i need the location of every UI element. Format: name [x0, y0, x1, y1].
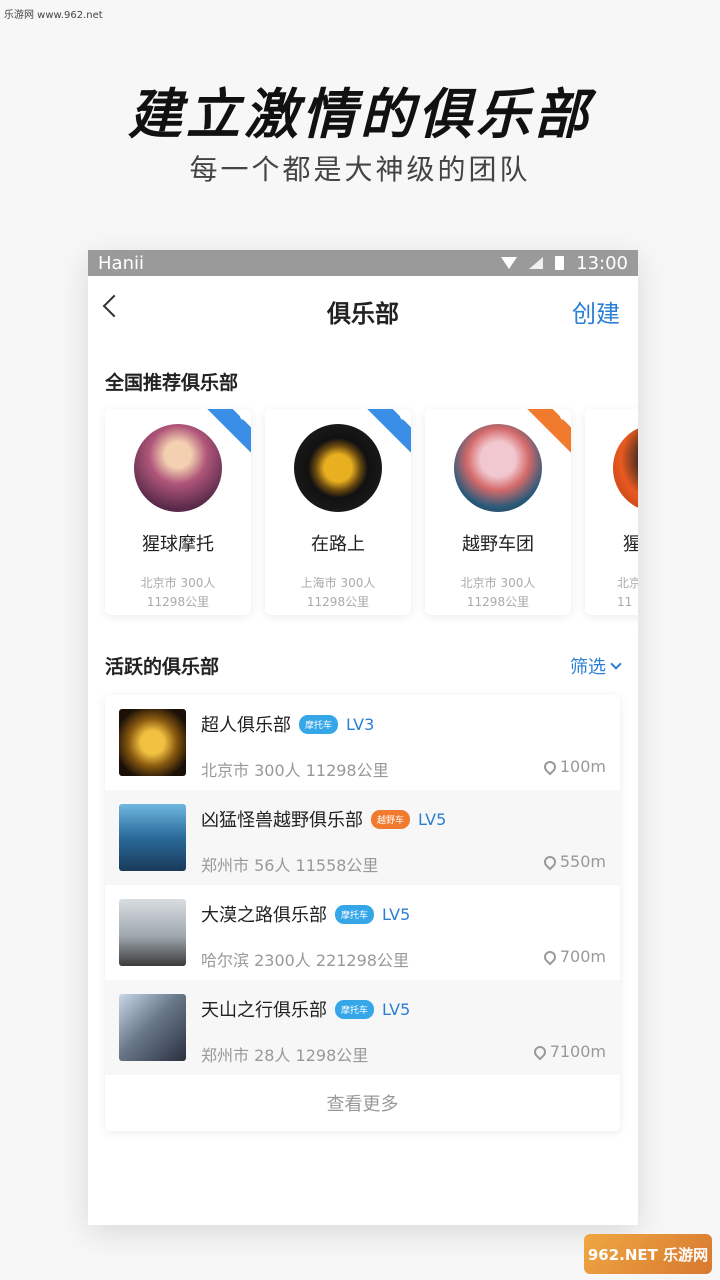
recommended-card[interactable]: ⚙ 猩球摩托 北京市 300人 11298公里: [105, 409, 251, 615]
club-location-members: 北京市 300人: [140, 576, 216, 590]
chevron-down-icon: [610, 657, 622, 670]
club-name: 在路上: [311, 534, 365, 555]
recommended-carousel[interactable]: ⚙ 猩球摩托 北京市 300人 11298公里 ⚙ 在路上 上海市 300人 1…: [88, 409, 638, 624]
club-avatar: [294, 424, 382, 512]
club-thumbnail: [119, 709, 186, 776]
club-avatar: [613, 424, 638, 512]
motorcycle-icon: ⚙: [239, 412, 248, 423]
club-name: 猩: [623, 534, 638, 555]
recommended-card[interactable]: ⚙ 在路上 上海市 300人 11298公里: [265, 409, 411, 615]
phone-screen: Hanii 13:00 俱乐部 创建 全国推荐俱乐部 ⚙ 猩球摩托 北京市 30…: [88, 250, 638, 1225]
list-item[interactable]: 凶猛怪兽越野俱乐部 越野车 LV5 郑州市 56人 11558公里 550m: [105, 790, 620, 885]
club-thumbnail: [119, 804, 186, 871]
club-distance: 11298公里: [306, 595, 370, 609]
location-pin-icon: [541, 853, 559, 870]
club-distance: 7100m: [549, 1042, 606, 1061]
watermark-bottom: 962.NET 乐游网: [584, 1234, 712, 1274]
recommended-card[interactable]: 猩 北京 11: [585, 409, 638, 615]
back-arrow-icon[interactable]: [102, 294, 126, 318]
club-name: 猩球摩托: [142, 534, 214, 555]
location-pin-icon: [531, 1043, 549, 1060]
level-label: LV3: [346, 714, 375, 734]
status-time: 13:00: [576, 252, 628, 274]
location-pin-icon: [541, 948, 559, 965]
club-distance: 100m: [559, 757, 606, 776]
watermark-top: 乐游网 www.962.net: [4, 10, 103, 21]
status-bar: Hanii 13:00: [88, 250, 638, 276]
club-location-members: 北京: [617, 576, 638, 590]
level-label: LV5: [418, 809, 447, 829]
filter-button[interactable]: 筛选: [570, 653, 622, 679]
club-thumbnail: [119, 899, 186, 966]
battery-icon: [555, 256, 565, 270]
list-item[interactable]: 大漠之路俱乐部 摩托车 LV5 哈尔滨 2300人 221298公里 700m: [105, 885, 620, 980]
list-item[interactable]: 超人俱乐部 摩托车 LV3 北京市 300人 11298公里 100m: [105, 695, 620, 790]
club-name: 天山之行俱乐部: [201, 1000, 327, 1021]
club-name: 超人俱乐部: [201, 715, 291, 736]
offroad-icon: ⚙: [559, 412, 568, 423]
wifi-icon: [501, 257, 518, 269]
view-more-button[interactable]: 查看更多: [105, 1075, 620, 1131]
club-thumbnail: [119, 994, 186, 1061]
category-badge: 摩托车: [335, 999, 375, 1019]
club-distance: 11298公里: [466, 595, 530, 609]
club-avatar: [134, 424, 222, 512]
category-badge: 摩托车: [299, 714, 339, 734]
club-meta: 郑州市 56人 11558公里: [201, 856, 379, 875]
club-avatar: [454, 424, 542, 512]
category-badge: 越野车: [371, 809, 411, 829]
active-section-title: 活跃的俱乐部: [105, 656, 220, 678]
active-club-list: 超人俱乐部 摩托车 LV3 北京市 300人 11298公里 100m 凶猛怪兽…: [105, 695, 620, 1131]
signal-icon: [529, 257, 544, 269]
club-distance: 11: [617, 595, 633, 609]
promo-headline: 建立激情的俱乐部: [128, 83, 592, 146]
club-distance: 11298公里: [146, 595, 210, 609]
club-name: 大漠之路俱乐部: [201, 905, 327, 926]
club-name: 凶猛怪兽越野俱乐部: [201, 810, 363, 831]
club-meta: 郑州市 28人 1298公里: [201, 1046, 369, 1065]
club-location-members: 北京市 300人: [460, 576, 536, 590]
list-item[interactable]: 天山之行俱乐部 摩托车 LV5 郑州市 28人 1298公里 7100m: [105, 980, 620, 1075]
promo-subline: 每一个都是大神级的团队: [189, 153, 531, 186]
carrier-label: Hanii: [98, 252, 144, 274]
page-title: 俱乐部: [327, 299, 399, 328]
club-location-members: 上海市 300人: [300, 576, 376, 590]
club-distance: 700m: [559, 947, 606, 966]
club-meta: 北京市 300人 11298公里: [201, 761, 389, 780]
club-meta: 哈尔滨 2300人 221298公里: [201, 951, 409, 970]
level-label: LV5: [382, 999, 411, 1019]
level-label: LV5: [382, 904, 411, 924]
club-distance: 550m: [559, 852, 606, 871]
nav-bar: 俱乐部 创建: [88, 276, 638, 346]
motorcycle-icon: ⚙: [399, 412, 408, 423]
create-button[interactable]: 创建: [572, 294, 620, 329]
location-pin-icon: [541, 758, 559, 775]
recommended-card[interactable]: ⚙ 越野车团 北京市 300人 11298公里: [425, 409, 571, 615]
recommended-section-title: 全国推荐俱乐部: [105, 372, 239, 394]
category-badge: 摩托车: [335, 904, 375, 924]
filter-label: 筛选: [570, 656, 606, 678]
club-name: 越野车团: [462, 534, 534, 555]
